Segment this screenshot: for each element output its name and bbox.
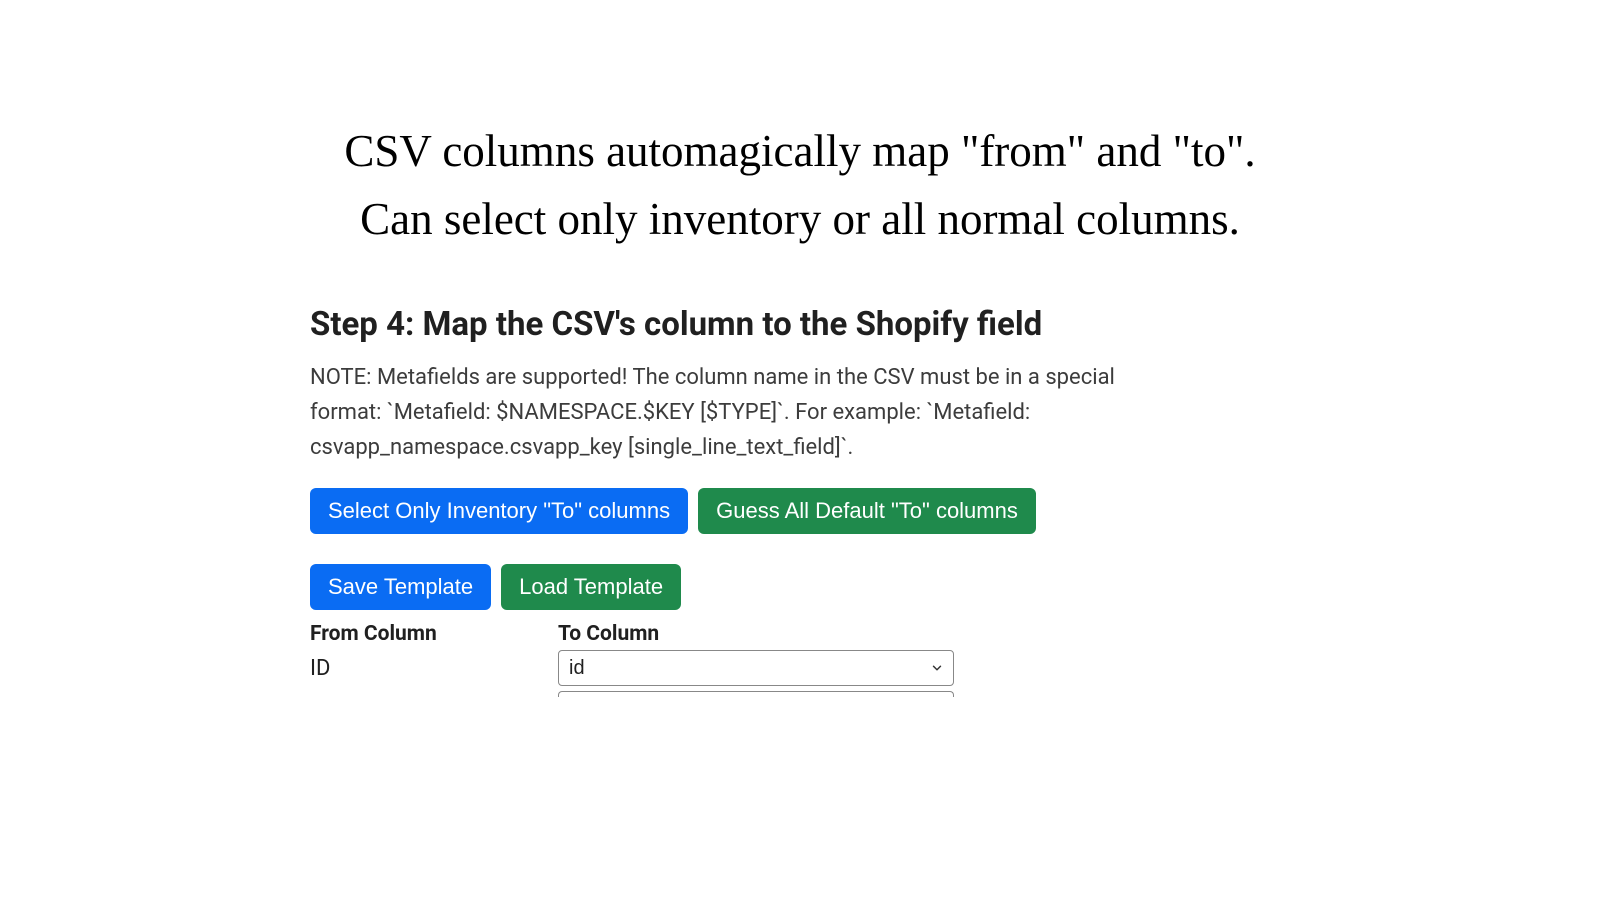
mapping-panel: Step 4: Map the CSV's column to the Shop… [310,305,1270,697]
caption-line-2: Can select only inventory or all normal … [250,186,1350,254]
mapping-table-header: From Column To Column [310,618,1270,650]
guess-all-default-button[interactable]: Guess All Default "To" columns [698,488,1036,534]
caption-line-1: CSV columns automagically map "from" and… [250,118,1350,186]
to-column-header: To Column [558,618,659,650]
from-column-value: ID [310,650,558,687]
template-buttons: Save Template Load Template [310,564,1270,610]
to-column-select-wrap: id [558,650,954,686]
metafields-note: NOTE: Metafields are supported! The colu… [310,360,1140,466]
load-template-button[interactable]: Load Template [501,564,681,610]
step-title: Step 4: Map the CSV's column to the Shop… [310,305,1270,344]
slide-caption: CSV columns automagically map "from" and… [250,118,1350,253]
from-column-header: From Column [310,618,558,650]
select-only-inventory-button[interactable]: Select Only Inventory "To" columns [310,488,688,534]
table-row: ID id [310,650,1270,687]
to-column-select[interactable]: id [558,650,954,686]
next-row-peek [558,691,954,697]
to-column-cell: id [558,650,954,686]
save-template-button[interactable]: Save Template [310,564,491,610]
column-selection-buttons: Select Only Inventory "To" columns Guess… [310,488,1270,534]
